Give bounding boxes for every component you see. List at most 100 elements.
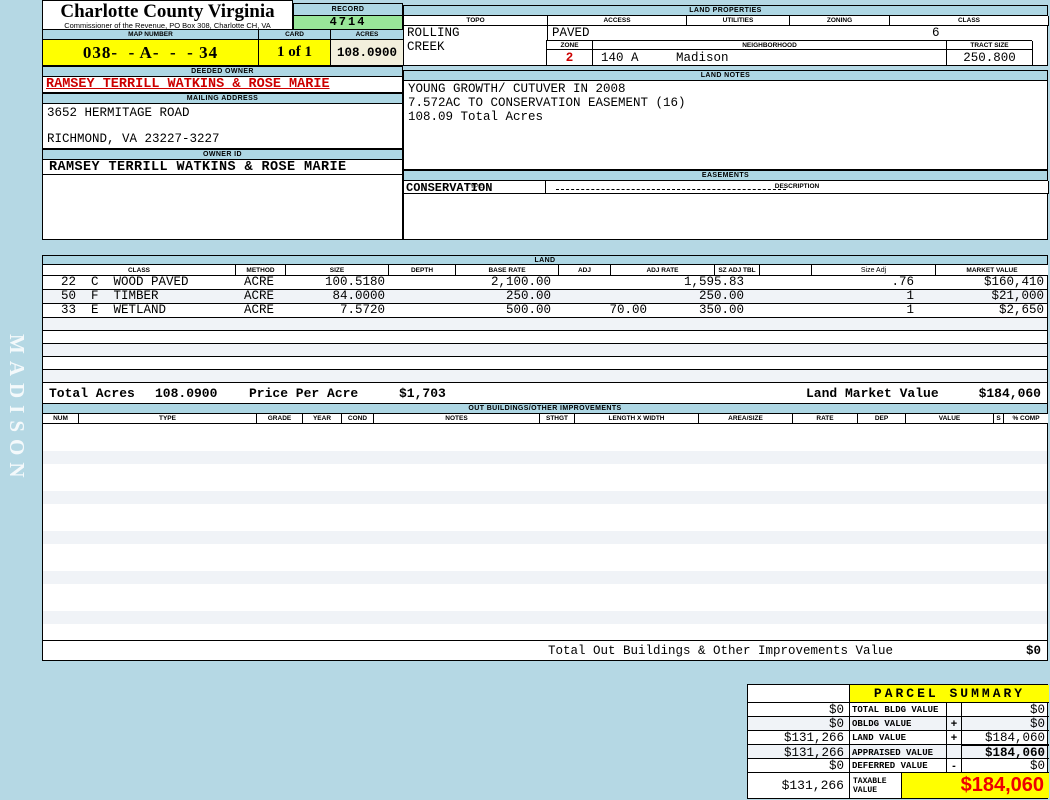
address-line1: 3652 HERMITAGE ROAD xyxy=(47,106,190,120)
class-value: 6 xyxy=(932,26,940,40)
land-notes-title: LAND NOTES xyxy=(403,70,1048,81)
land-empty-row xyxy=(43,331,1047,344)
land-market-value-label: Land Market Value xyxy=(806,386,939,401)
land-table: LAND CLASS METHOD SIZE DEPTH BASE RATE A… xyxy=(42,255,1048,405)
card-label: CARD xyxy=(259,30,331,40)
map-number-value: 038- - A- - - 34 xyxy=(43,40,259,66)
tract-size-label: TRACT SIZE xyxy=(947,41,1033,50)
zone-table: ZONE NEIGHBORHOOD TRACT SIZE 2 140 A Mad… xyxy=(546,40,1033,66)
county-header-box: Charlotte County Virginia Commissioner o… xyxy=(42,0,293,30)
land-properties-headers: TOPO ACCESS UTILITIES ZONING CLASS xyxy=(403,16,1049,26)
land-col-size-adj: Size Adj xyxy=(812,265,936,276)
easement-type-value: CONSERVATION xyxy=(406,181,493,195)
ob-col-grade: GRADE xyxy=(257,414,303,424)
ps-label: LAND VALUE xyxy=(849,730,946,745)
ps-row: $0 TOTAL BLDG VALUE $0 xyxy=(748,702,1049,717)
out-buildings-headers: NUM TYPE GRADE YEAR COND NOTES STHGT LEN… xyxy=(43,414,1048,424)
tract-size-value: 250.800 xyxy=(947,50,1033,66)
ps-op xyxy=(946,702,961,717)
ps-value: $184,060 xyxy=(961,730,1049,745)
ob-col-length-width: LENGTH X WIDTH xyxy=(575,414,699,424)
address-line2: RICHMOND, VA 23227-3227 xyxy=(47,132,220,146)
land-table-title: LAND xyxy=(43,256,1047,265)
ps-label: OBLDG VALUE xyxy=(849,716,946,731)
land-market-value: $184,060 xyxy=(978,386,1041,401)
owner-id-value: RAMSEY TERRILL WATKINS & ROSE MARIE xyxy=(42,160,403,175)
acres-label: ACRES xyxy=(331,30,404,40)
land-col-depth: DEPTH xyxy=(389,265,456,276)
ob-col-year: YEAR xyxy=(303,414,342,424)
ps-row: $131,266 APPRAISED VALUE $184,060 xyxy=(748,744,1049,760)
land-note-line3: 108.09 Total Acres xyxy=(408,110,544,124)
col-access: ACCESS xyxy=(548,16,687,26)
ps-value: $0 xyxy=(961,702,1049,717)
owner-id-label: OWNER ID xyxy=(42,149,403,160)
ob-col-pct-comp: % COMP xyxy=(1004,414,1048,424)
record-value: 4714 xyxy=(293,16,403,30)
land-row: 50 F TIMBER ACRE 84.0000 250.00 250.00 1… xyxy=(43,290,1047,304)
parcel-summary: PARCEL SUMMARY $0 TOTAL BLDG VALUE $0 $0… xyxy=(747,684,1049,799)
ob-col-rate: RATE xyxy=(793,414,858,424)
county-title: Charlotte County Virginia xyxy=(60,1,275,22)
commissioner-line: Commissioner of the Revenue, PO Box 308,… xyxy=(64,21,271,30)
ps-op: + xyxy=(946,730,961,745)
ps-taxable-label: TAXABLE VALUE xyxy=(849,772,901,798)
parcel-summary-title: PARCEL SUMMARY xyxy=(849,685,1049,702)
property-record-card: MADISON Charlotte County Virginia Commis… xyxy=(0,0,1050,800)
easement-description-label: DESCRIPTION xyxy=(774,183,820,190)
easement-type-cell: TYPE CONSERVATION xyxy=(404,181,546,195)
land-totals-row: Total Acres 108.0900 Price Per Acre $1,7… xyxy=(43,383,1047,404)
land-col-adj: ADJ xyxy=(559,265,611,276)
topo-value-2: CREEK xyxy=(407,40,445,54)
ps-header-spacer xyxy=(748,685,849,702)
land-properties-body: ROLLING CREEK PAVED 6 ZONE NEIGHBORHOOD … xyxy=(403,26,1048,66)
out-buildings-table: OUT BUILDINGS/OTHER IMPROVEMENTS NUM TYP… xyxy=(42,403,1048,661)
land-empty-row xyxy=(43,318,1047,331)
acres-value: 108.0900 xyxy=(331,40,404,66)
land-note-line2: 7.572AC TO CONSERVATION EASEMENT (16) xyxy=(408,96,686,110)
ps-label: DEFERRED VALUE xyxy=(849,758,946,773)
out-buildings-total-row: Total Out Buildings & Other Improvements… xyxy=(43,640,1047,660)
ob-col-cond: COND xyxy=(342,414,374,424)
map-card-acres-labels: MAP NUMBER CARD ACRES xyxy=(42,30,404,40)
access-value: PAVED xyxy=(552,26,590,40)
ob-col-value: VALUE xyxy=(906,414,994,424)
ps-label: TOTAL BLDG VALUE xyxy=(849,702,946,717)
mailing-address-label: MAILING ADDRESS xyxy=(42,93,403,104)
out-buildings-total-label: Total Out Buildings & Other Improvements… xyxy=(548,644,894,658)
ps-taxable-value: $184,060 xyxy=(901,772,1049,798)
ps-taxable-prior: $131,266 xyxy=(748,772,849,798)
out-buildings-total-value: $0 xyxy=(1025,644,1041,658)
ps-value: $0 xyxy=(961,758,1049,773)
land-empty-row xyxy=(43,370,1047,383)
topo-divider xyxy=(547,26,548,40)
out-buildings-empty-area xyxy=(43,424,1047,640)
land-empty-row xyxy=(43,344,1047,357)
ob-col-area-size: AREA/SIZE xyxy=(699,414,793,424)
neighborhood-value: 140 A Madison xyxy=(593,50,947,66)
col-topo: TOPO xyxy=(404,16,548,26)
map-card-acres-values: 038- - A- - - 34 1 of 1 108.0900 xyxy=(42,40,404,66)
easement-description-cell: DESCRIPTION xyxy=(546,181,1049,194)
ob-col-s: S xyxy=(994,414,1004,424)
ps-value: $0 xyxy=(961,716,1049,731)
easements-spare-box xyxy=(403,194,1048,240)
card-value: 1 of 1 xyxy=(259,40,331,66)
zone-label: ZONE xyxy=(547,41,593,50)
ps-prior: $131,266 xyxy=(748,730,849,745)
deeded-owner-label: DEEDED OWNER xyxy=(42,66,403,77)
record-box: RECORD 4714 xyxy=(293,3,403,30)
ob-col-num: NUM xyxy=(43,414,79,424)
easements-header-row: TYPE CONSERVATION DESCRIPTION xyxy=(403,181,1049,195)
mailing-address-box: 3652 HERMITAGE ROAD RICHMOND, VA 23227-3… xyxy=(42,104,403,149)
ps-op: + xyxy=(946,716,961,731)
zone-value: 2 xyxy=(547,50,593,66)
ob-col-type: TYPE xyxy=(79,414,257,424)
land-row: 22 C WOOD PAVED ACRE 100.5180 2,100.00 1… xyxy=(43,276,1047,290)
ob-col-dep: DEP xyxy=(858,414,906,424)
ps-prior: $0 xyxy=(748,758,849,773)
map-number-label: MAP NUMBER xyxy=(43,30,259,40)
ps-prior: $0 xyxy=(748,702,849,717)
topo-value-1: ROLLING xyxy=(407,26,460,40)
ob-col-notes: NOTES xyxy=(374,414,540,424)
